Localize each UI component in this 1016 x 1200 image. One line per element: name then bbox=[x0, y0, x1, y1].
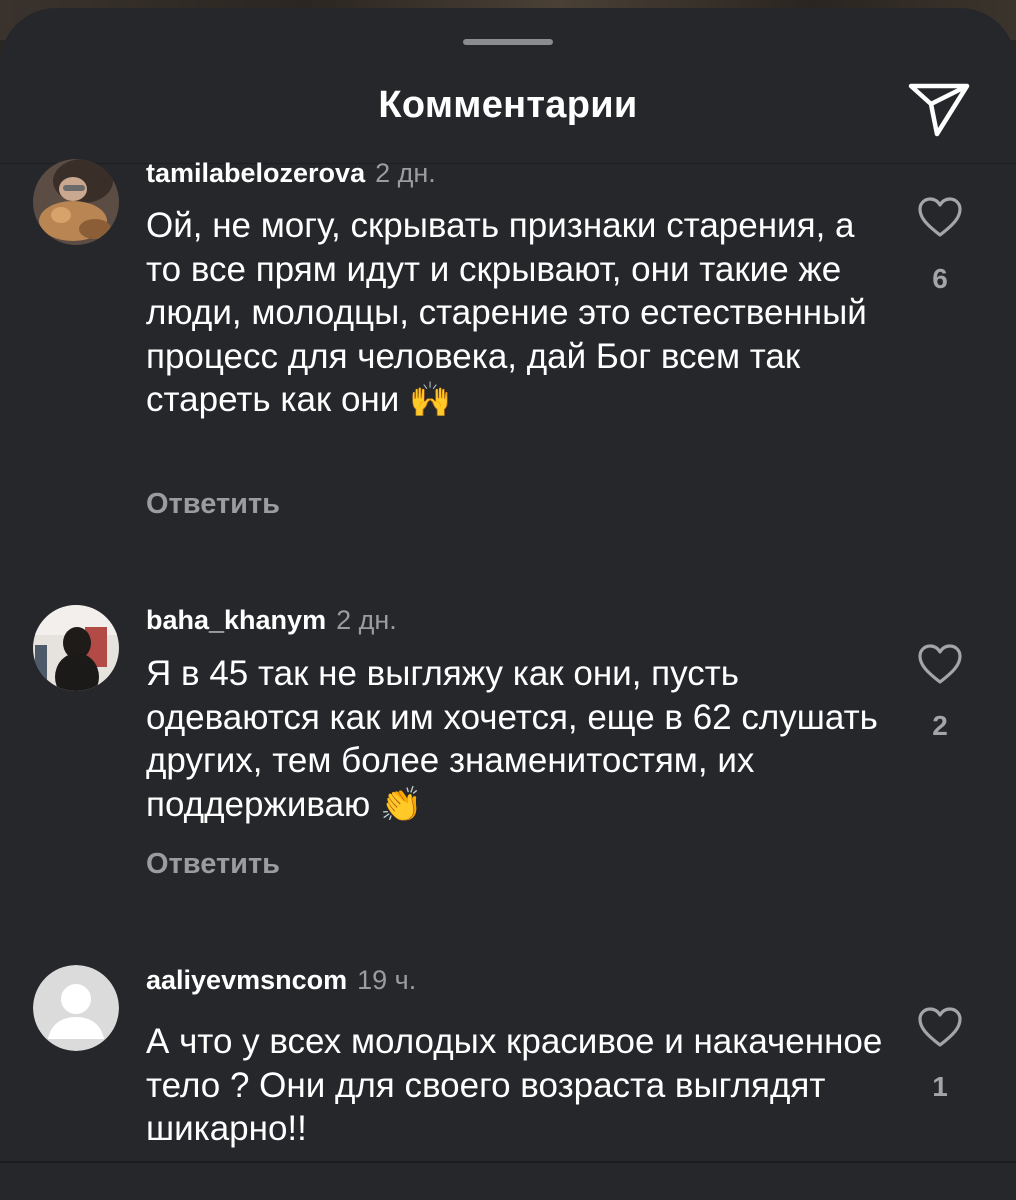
like-button[interactable] bbox=[915, 1004, 965, 1050]
heart-icon bbox=[918, 197, 962, 237]
avatar[interactable] bbox=[33, 605, 119, 691]
share-button[interactable] bbox=[905, 78, 973, 140]
comment-text: Я в 45 так не выгляжу как они, пусть оде… bbox=[146, 652, 886, 827]
comment-text: Ой, не могу, скрывать признаки старения,… bbox=[146, 204, 886, 423]
like-button[interactable] bbox=[915, 641, 965, 687]
avatar[interactable] bbox=[33, 159, 119, 245]
comments-sheet: Комментарии tamilabelozerova 2 дн. Ой, не… bbox=[0, 8, 1016, 1200]
heart-icon bbox=[918, 644, 962, 684]
raising-hands-emoji: 🙌 bbox=[409, 381, 452, 419]
timestamp: 2 дн. bbox=[336, 605, 397, 635]
clapping-hands-emoji: 👏 bbox=[380, 785, 423, 824]
comment-text-content: Я в 45 так не выгляжу как они, пусть оде… bbox=[146, 654, 878, 824]
comment-text: А что у всех молодых красивое и накаченн… bbox=[146, 1022, 883, 1148]
like-button[interactable] bbox=[915, 194, 965, 240]
default-user-icon bbox=[33, 965, 119, 1051]
user-photo-icon bbox=[33, 159, 119, 245]
like-count: 1 bbox=[932, 1071, 948, 1102]
page-title: Комментарии bbox=[378, 84, 638, 126]
timestamp: 19 ч. bbox=[357, 965, 417, 995]
reply-button[interactable]: Ответить bbox=[146, 488, 280, 521]
send-icon bbox=[908, 83, 970, 137]
user-photo-icon bbox=[33, 605, 119, 691]
bottom-divider bbox=[0, 1161, 1016, 1163]
username[interactable]: tamilabelozerova bbox=[146, 158, 365, 188]
like-count: 6 bbox=[932, 263, 948, 294]
comment-meta: tamilabelozerova 2 дн. bbox=[146, 158, 436, 189]
username[interactable]: aaliyevmsncom bbox=[146, 965, 347, 995]
comment-meta: aaliyevmsncom 19 ч. bbox=[146, 965, 416, 996]
comment-text-content: Ой, не могу, скрывать признаки старения,… bbox=[146, 206, 867, 419]
heart-icon bbox=[918, 1007, 962, 1047]
comment-meta: baha_khanym 2 дн. bbox=[146, 605, 397, 636]
avatar[interactable] bbox=[33, 965, 119, 1051]
reply-button[interactable]: Ответить bbox=[146, 848, 280, 881]
sheet-grabber-handle[interactable] bbox=[463, 39, 553, 45]
timestamp: 2 дн. bbox=[375, 158, 436, 188]
username[interactable]: baha_khanym bbox=[146, 605, 326, 635]
like-count: 2 bbox=[932, 710, 948, 741]
